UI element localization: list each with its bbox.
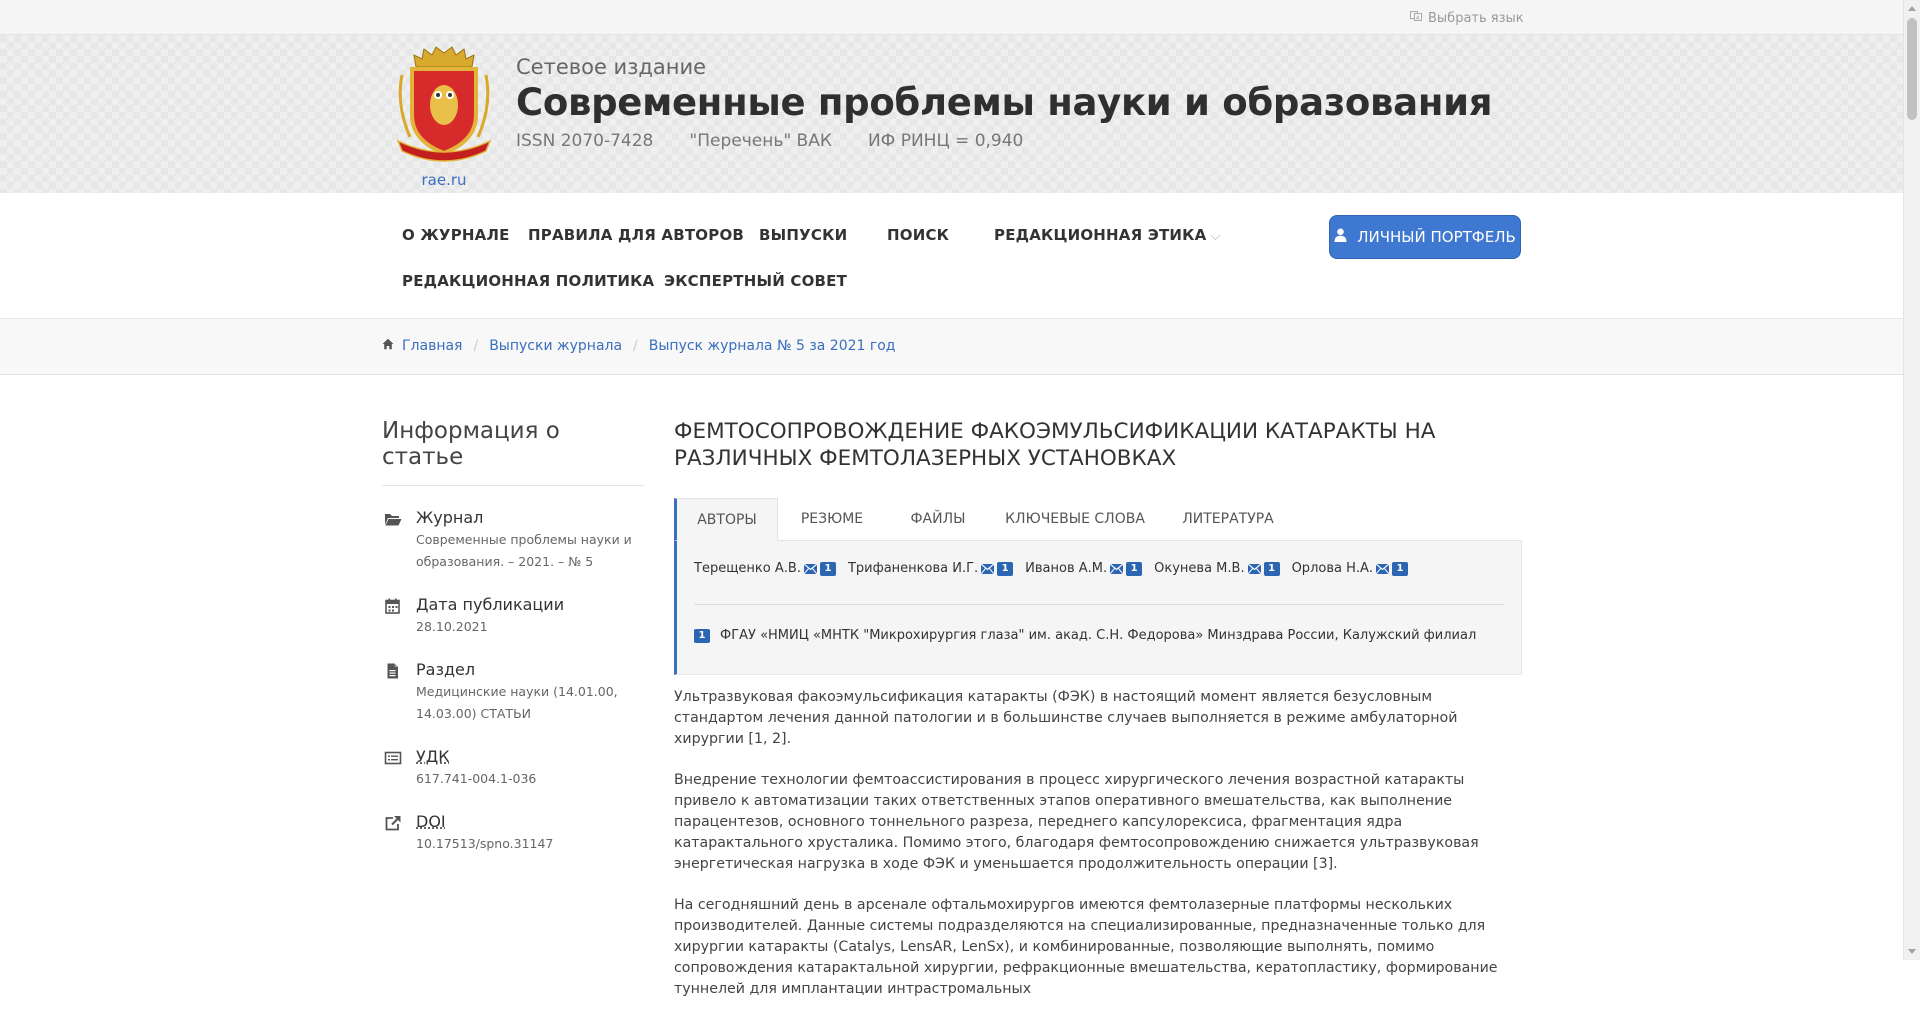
mail-icon[interactable] <box>1248 564 1261 574</box>
owl-emblem-icon <box>392 45 496 165</box>
author-name: Окунева М.В. <box>1154 561 1244 576</box>
chevron-down-icon: ⌵ <box>1210 229 1220 244</box>
sidebar-label: DOI <box>416 812 644 831</box>
author-item[interactable]: Иванов А.М. 1 <box>1025 561 1142 576</box>
folder-open-icon <box>384 511 402 527</box>
author-name: Терещенко А.В. <box>694 561 801 576</box>
author-item[interactable]: Трифаненкова И.Г. 1 <box>848 561 1013 576</box>
nav-search[interactable]: ПОИСК <box>887 226 949 244</box>
home-icon <box>382 338 394 354</box>
impact-factor: ИФ РИНЦ = 0,940 <box>868 131 1023 151</box>
journal-logo[interactable]: rae.ru <box>392 45 496 195</box>
udc-value: 617.741-004.1-036 <box>416 768 644 790</box>
panel-divider <box>694 604 1504 605</box>
tab-references[interactable]: ЛИТЕРАТУРА <box>1160 498 1296 540</box>
scroll-up-icon[interactable] <box>1908 6 1916 11</box>
list-box-icon <box>384 750 402 766</box>
external-link-icon <box>384 815 402 831</box>
language-selector[interactable]: A Выбрать язык <box>1410 10 1524 26</box>
nav-issues[interactable]: ВЫПУСКИ <box>759 226 847 244</box>
scroll-down-icon[interactable] <box>1908 949 1916 954</box>
author-item[interactable]: Орлова Н.А. 1 <box>1292 561 1408 576</box>
tab-authors[interactable]: АВТОРЫ <box>674 498 778 541</box>
personal-portfolio-button[interactable]: ЛИЧНЫЙ ПОРТФЕЛЬ <box>1329 215 1521 259</box>
nav-editorial-ethics-label: РЕДАКЦИОННАЯ ЭТИКА <box>994 226 1206 244</box>
sidebar-item-doi: DOI 10.17513/spno.31147 <box>382 812 644 855</box>
tab-abstract[interactable]: РЕЗЮМЕ <box>778 498 886 540</box>
page-scrollbar[interactable] <box>1903 0 1920 960</box>
affiliation-badge: 1 <box>820 562 836 576</box>
article-title: ФЕМТОСОПРОВОЖДЕНИЕ ФАКОЭМУЛЬСИФИКАЦИИ КА… <box>674 418 1522 472</box>
scroll-thumb[interactable] <box>1907 18 1917 120</box>
article-paragraph: Ультразвуковая факоэмульсификация катара… <box>674 687 1522 750</box>
nav-editorial-ethics[interactable]: РЕДАКЦИОННАЯ ЭТИКА ⌵ <box>994 226 1221 244</box>
author-item[interactable]: Окунева М.В. 1 <box>1154 561 1279 576</box>
publication-type: Сетевое издание <box>516 55 706 79</box>
section-value: Медицинские науки (14.01.00, 14.03.00) С… <box>416 681 644 725</box>
author-name: Орлова Н.А. <box>1292 561 1373 576</box>
journal-title: Современные проблемы науки и образования <box>516 81 1492 124</box>
breadcrumb-separator: / <box>473 338 478 354</box>
article-paragraph: Внедрение технологии фемтоассистирования… <box>674 770 1522 875</box>
sidebar-item-publication-date: Дата публикации 28.10.2021 <box>382 595 644 638</box>
mail-icon[interactable] <box>1110 564 1123 574</box>
author-list: Терещенко А.В. 1 Трифаненкова И.Г. 1 Ива… <box>694 561 1420 576</box>
top-bar: A Выбрать язык <box>0 0 1904 35</box>
affiliation-badge: 1 <box>1126 562 1142 576</box>
breadcrumb-current-issue[interactable]: Выпуск журнала № 5 за 2021 год <box>649 338 896 354</box>
sidebar-item-section: Раздел Медицинские науки (14.01.00, 14.0… <box>382 660 644 725</box>
nav-author-rules[interactable]: ПРАВИЛА ДЛЯ АВТОРОВ <box>528 226 744 244</box>
file-icon <box>384 663 402 679</box>
rae-link[interactable]: rae.ru <box>392 171 496 189</box>
vak-list: "Перечень" ВАК <box>689 131 832 151</box>
tab-keywords[interactable]: КЛЮЧЕВЫЕ СЛОВА <box>990 498 1160 540</box>
sidebar-label: Раздел <box>416 660 644 679</box>
mail-icon[interactable] <box>1376 564 1389 574</box>
sidebar-item-udc: УДК 617.741-004.1-036 <box>382 747 644 790</box>
article-main: ФЕМТОСОПРОВОЖДЕНИЕ ФАКОЭМУЛЬСИФИКАЦИИ КА… <box>674 418 1522 1020</box>
nav-about[interactable]: О ЖУРНАЛЕ <box>402 226 510 244</box>
authors-panel: Терещенко А.В. 1 Трифаненкова И.Г. 1 Ива… <box>674 541 1522 675</box>
publication-date-value: 28.10.2021 <box>416 616 644 638</box>
journal-value: Современные проблемы науки и образования… <box>416 529 644 573</box>
language-label: Выбрать язык <box>1428 11 1524 26</box>
svg-text:A: A <box>1416 16 1420 22</box>
personal-portfolio-label: ЛИЧНЫЙ ПОРТФЕЛЬ <box>1357 228 1516 246</box>
breadcrumb-issues[interactable]: Выпуски журнала <box>489 338 622 354</box>
breadcrumb-home[interactable]: Главная <box>402 338 462 354</box>
article-info-sidebar: Информация о статье Журнал Современные п… <box>382 418 644 855</box>
sidebar-label: УДК <box>416 747 644 766</box>
affiliation-badge: 1 <box>1264 562 1280 576</box>
author-item[interactable]: Терещенко А.В. 1 <box>694 561 836 576</box>
tab-files[interactable]: ФАЙЛЫ <box>886 498 990 540</box>
sidebar-item-journal: Журнал Современные проблемы науки и обра… <box>382 508 644 573</box>
breadcrumb: Главная / Выпуски журнала / Выпуск журна… <box>0 319 1904 375</box>
issn: ISSN 2070-7428 <box>516 131 653 151</box>
author-name: Трифаненкова И.Г. <box>848 561 978 576</box>
site-header: rae.ru Сетевое издание Современные пробл… <box>0 35 1904 193</box>
article-paragraph: На сегодняшний день в арсенале офтальмох… <box>674 895 1522 1000</box>
affiliation-badge: 1 <box>997 562 1013 576</box>
user-icon <box>1334 228 1347 246</box>
journal-meta: ISSN 2070-7428 "Перечень" ВАК ИФ РИНЦ = … <box>516 131 1023 151</box>
breadcrumb-separator: / <box>633 338 638 354</box>
article-body: Ультразвуковая факоэмульсификация катара… <box>674 687 1522 1000</box>
affiliation-badge: 1 <box>1392 562 1408 576</box>
article-tabs: АВТОРЫ РЕЗЮМЕ ФАЙЛЫ КЛЮЧЕВЫЕ СЛОВА ЛИТЕР… <box>674 498 1522 541</box>
nav-editorial-policy[interactable]: РЕДАКЦИОННАЯ ПОЛИТИКА <box>402 272 654 290</box>
calendar-icon <box>384 598 402 614</box>
main-nav: О ЖУРНАЛЕ ПРАВИЛА ДЛЯ АВТОРОВ ВЫПУСКИ ПО… <box>0 194 1904 319</box>
sidebar-label: Журнал <box>416 508 644 527</box>
mail-icon[interactable] <box>804 564 817 574</box>
affiliation-badge: 1 <box>694 629 710 643</box>
author-name: Иванов А.М. <box>1025 561 1107 576</box>
affiliation-text: ФГАУ «НМИЦ «МНТК "Микрохирургия глаза" и… <box>720 628 1476 643</box>
affiliation: 1 ФГАУ «НМИЦ «МНТК "Микрохирургия глаза"… <box>694 628 1476 643</box>
mail-icon[interactable] <box>981 564 994 574</box>
nav-expert-council[interactable]: ЭКСПЕРТНЫЙ СОВЕТ <box>664 272 847 290</box>
sidebar-title: Информация о статье <box>382 418 644 486</box>
language-icon: A <box>1410 10 1422 26</box>
sidebar-label: Дата публикации <box>416 595 644 614</box>
doi-value[interactable]: 10.17513/spno.31147 <box>416 833 644 855</box>
